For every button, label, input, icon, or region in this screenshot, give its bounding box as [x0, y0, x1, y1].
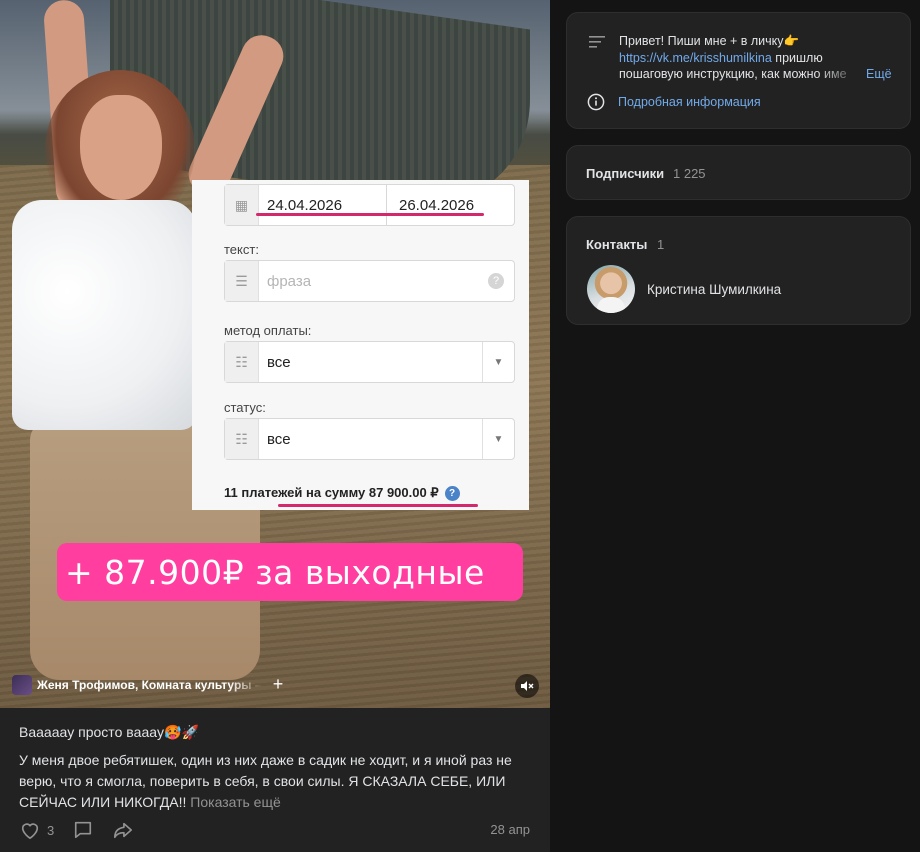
caption-title: Ваааааy просто вaaay🥵🚀 [19, 724, 199, 740]
caret-down-icon: ▼ [482, 342, 514, 382]
contact-name[interactable]: Кристина Шумилкина [647, 282, 781, 297]
status-select: ☷ все ▼ [224, 418, 515, 460]
date-divider [386, 185, 387, 225]
status-more-link[interactable]: Ещё [866, 66, 892, 83]
phrase-placeholder: фраза [267, 272, 312, 290]
show-more-link[interactable]: Показать ещё [190, 794, 281, 810]
status-value: все [267, 430, 291, 448]
payment-method-select: ☷ все ▼ [224, 341, 515, 383]
list-icon: ☷ [225, 342, 259, 382]
share-icon [114, 822, 133, 839]
caption-body: У меня двое ребятишек, один из них даже … [19, 750, 534, 813]
contact-avatar[interactable] [587, 265, 635, 313]
wall-post: ▦ 24.04.2026 26.04.2026 текст: ☰ фраза ?… [0, 0, 550, 852]
audio-track-name: Женя Трофимов, Комната культуры – Л [37, 678, 263, 692]
post-clip-video[interactable]: ▦ 24.04.2026 26.04.2026 текст: ☰ фраза ?… [0, 0, 550, 708]
payments-summary: 11 платежей на сумму 87 900.00 ₽? [224, 485, 460, 501]
contacts-title[interactable]: Контакты [586, 237, 647, 252]
earnings-banner: + 87.900₽ за выходные [57, 543, 523, 601]
post-caption: Ваааааy просто вaaay🥵🚀 У меня двое ребят… [0, 708, 550, 852]
align-left-icon: ☰ [225, 261, 259, 301]
info-circle-icon [587, 93, 605, 111]
payments-summary-text: 11 платежей на сумму 87 900.00 ₽ [224, 485, 439, 500]
status-line-1: Привет! Пиши мне + в личку👉 [619, 34, 800, 48]
payment-method-value: все [267, 353, 291, 371]
comment-button[interactable] [72, 820, 94, 840]
status-line-2: https://vk.me/krisshumilkina пришлю [619, 50, 909, 67]
detailed-info-link[interactable]: Подробная информация [587, 93, 761, 111]
detailed-info-label: Подробная информация [618, 95, 761, 109]
comment-icon [75, 821, 92, 839]
summary-underline [278, 504, 478, 507]
contacts-count: 1 [657, 237, 665, 252]
subscribers-title: Подписчики [586, 166, 665, 181]
profile-status-text: Привет! Пиши мне + в личку👉 https://vk.m… [619, 33, 909, 83]
add-audio-button[interactable]: + [268, 675, 288, 695]
date-to: 26.04.2026 [399, 196, 475, 214]
profile-info-card: Привет! Пиши мне + в личку👉 https://vk.m… [566, 12, 911, 129]
date-from: 24.04.2026 [267, 196, 343, 214]
post-date[interactable]: 28 апр [490, 822, 530, 837]
description-lines-icon [589, 36, 605, 48]
phrase-field: ☰ фраза ? [224, 260, 515, 302]
like-count: 3 [47, 822, 55, 838]
subscribers-card[interactable]: Подписчики 1 225 [566, 145, 911, 200]
payments-screenshot-overlay: ▦ 24.04.2026 26.04.2026 текст: ☰ фраза ?… [192, 180, 529, 510]
date-range-field: ▦ 24.04.2026 26.04.2026 [224, 184, 515, 226]
status-line-3-text: пошаговую инструкцию, как можно име [619, 67, 847, 81]
share-button[interactable] [112, 820, 134, 840]
audio-cover [12, 675, 32, 695]
subscribers-count: 1 225 [673, 166, 706, 181]
like-button[interactable]: 3 [19, 820, 54, 840]
payment-method-label: метод оплаты: [224, 323, 312, 338]
calendar-icon: ▦ [225, 185, 259, 225]
video-face [80, 95, 162, 200]
heart-icon [21, 823, 39, 840]
text-label: текст: [224, 242, 259, 257]
speaker-muted-icon [521, 681, 534, 691]
list-icon: ☷ [225, 419, 259, 459]
contacts-card: Контакты 1 Кристина Шумилкина [566, 216, 911, 325]
mute-button[interactable] [515, 674, 539, 698]
vk-me-link[interactable]: https://vk.me/krisshumilkina [619, 51, 772, 65]
status-line-3: пошаговую инструкцию, как можно име Ещё [619, 66, 909, 83]
status-line-2-tail: пришлю [771, 50, 823, 65]
post-actions: 3 [19, 820, 134, 840]
audio-track-chip[interactable]: Женя Трофимов, Комната культуры – Л + [12, 674, 288, 696]
date-underline [256, 213, 484, 216]
question-icon: ? [444, 486, 460, 501]
help-icon: ? [488, 273, 504, 289]
video-blouse [12, 200, 197, 430]
status-label: статус: [224, 400, 266, 415]
caret-down-icon: ▼ [482, 419, 514, 459]
